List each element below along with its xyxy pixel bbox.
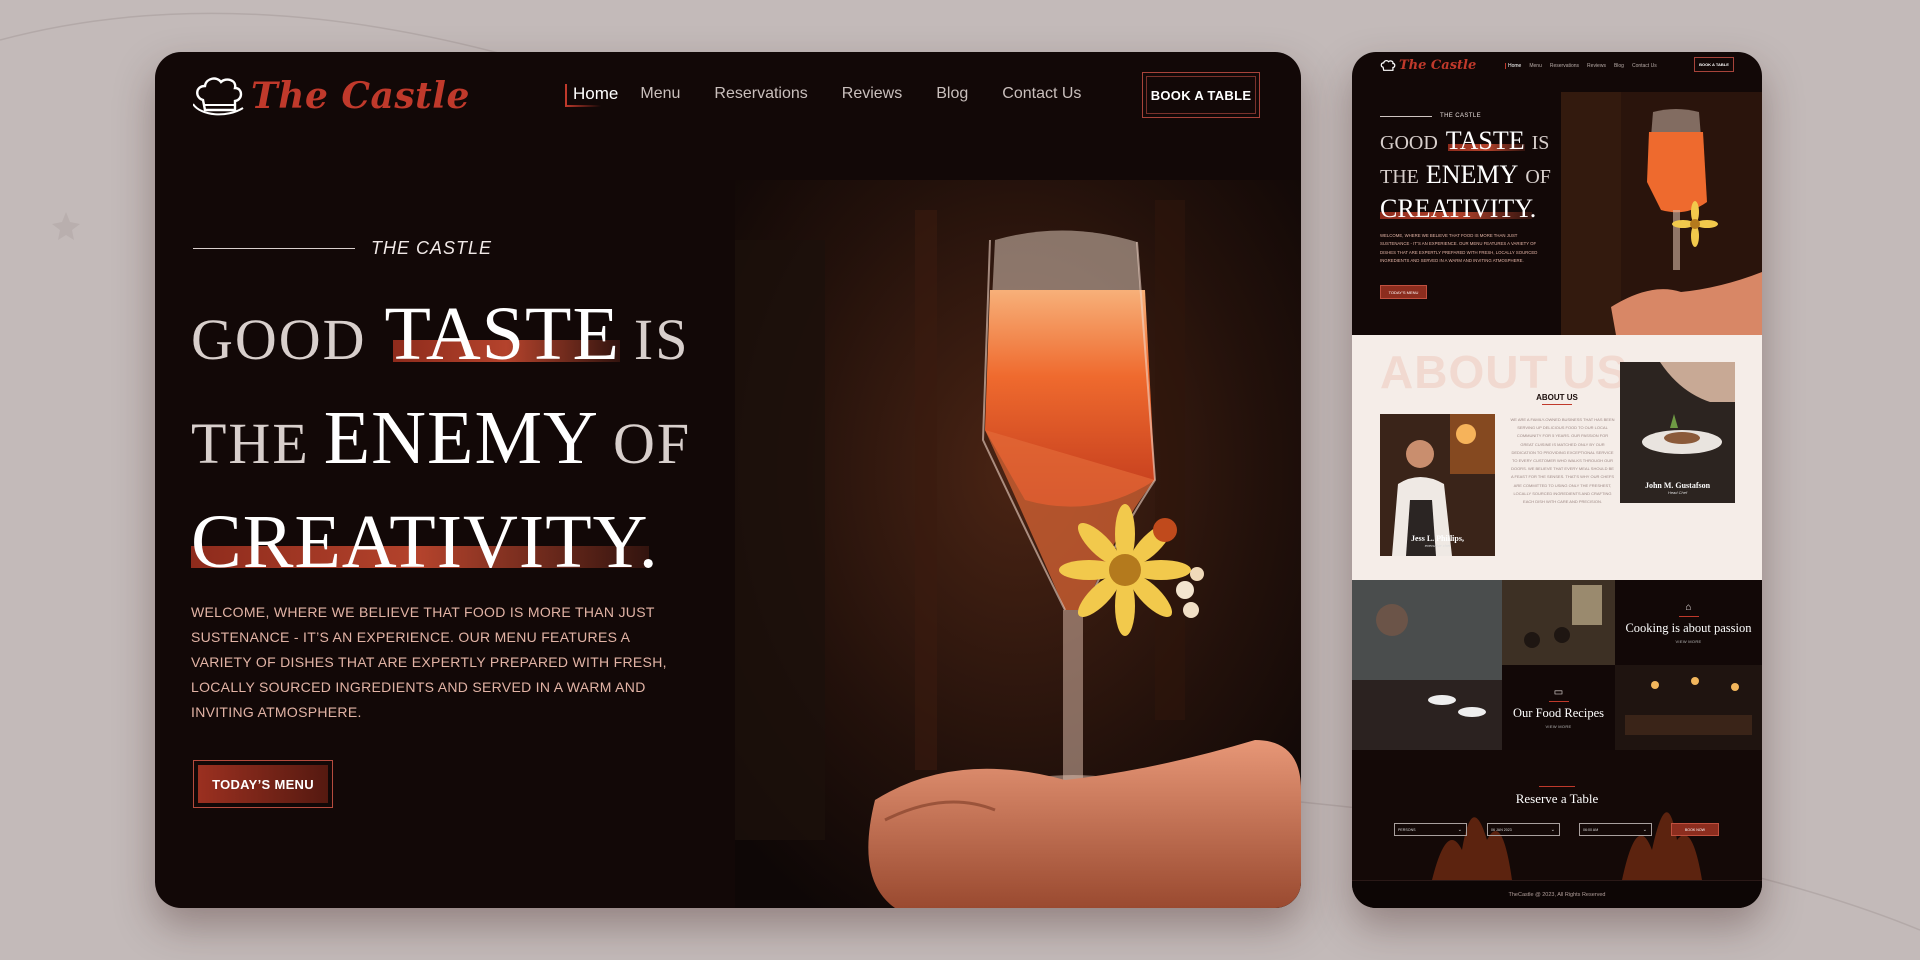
hero-cocktail-image [735, 180, 1301, 908]
nav-reviews[interactable]: Reviews [842, 85, 902, 103]
gallery-grid: ⌂ Cooking is about passion VIEW MORE ▭ O… [1352, 580, 1762, 750]
chevron-down-icon: ⌄ [1457, 826, 1462, 833]
footer-text: TheCastle @ 2023, All Rights Reserved [1508, 891, 1606, 898]
brand-name: The Castle [251, 75, 470, 117]
headline-word-highlight: CREATIVITY. [1380, 194, 1537, 223]
hero-headline: GOOD TASTE IS THE ENEMY OF CREATIVITY. [1380, 124, 1551, 226]
todays-menu-label: TODAY’S MENU [212, 776, 314, 792]
book-table-button[interactable]: BOOK A TABLE [1142, 72, 1260, 118]
nav-reservations[interactable]: Reservations [714, 85, 807, 103]
headline-word-highlight: TASTE [1445, 126, 1525, 155]
reserve-section: Reserve a Table PERSONS ⌄ 06 JAN 2023 ⌄ 06… [1352, 750, 1762, 880]
chef-card: Jess L. Phillips, executive chef [1380, 414, 1495, 556]
date-value: 06 JAN 2023 [1491, 827, 1512, 832]
persons-select[interactable]: PERSONS ⌄ [1394, 823, 1467, 836]
main-nav: Home Menu Reservations Reviews Blog Cont… [565, 84, 1115, 107]
brand-name: The Castle [1399, 58, 1477, 73]
time-select[interactable]: 06:00 AM ⌄ [1579, 823, 1652, 836]
nav-home[interactable]: Home [565, 84, 618, 107]
full-page-preview: The Castle Home Menu Reservations Review… [1352, 52, 1762, 908]
about-title: ABOUT US [1532, 393, 1582, 405]
hero-eyebrow: THE CASTLE [193, 238, 492, 259]
headline-word-emphasis: ENEMY [1425, 160, 1519, 189]
hero-headline: GOOD TASTE IS THE ENEMY OF CREATIVITY. [191, 282, 731, 594]
book-table-label: BOOK A TABLE [1150, 87, 1252, 103]
dining-room-image [1502, 580, 1615, 665]
time-value: 06:00 AM [1583, 827, 1599, 832]
chef-hat-icon [1380, 59, 1396, 71]
todays-menu-button[interactable]: TODAY’S MENU [193, 760, 333, 808]
recipes-title: Our Food Recipes [1513, 705, 1604, 720]
nav-blog[interactable]: Blog [936, 85, 968, 103]
about-watermark: ABOUT US [1380, 346, 1629, 398]
nav-contact[interactable]: Contact Us [1632, 63, 1657, 69]
about-section: ABOUT US ABOUT US WE ARE A FAMILY-OWNED … [1352, 335, 1762, 580]
chef-role: executive chef [1424, 543, 1451, 548]
headline-word: THE [1380, 166, 1419, 188]
headline-word: OF [1525, 166, 1551, 188]
nav-contact[interactable]: Contact Us [1002, 85, 1081, 103]
headline-word: GOOD [191, 307, 367, 372]
headline-word: GOOD [1380, 132, 1438, 154]
hero-description: WELCOME, WHERE WE BELIEVE THAT FOOD IS M… [1380, 233, 1538, 263]
eyebrow-text: THE CASTLE [1440, 113, 1482, 119]
footer: TheCastle @ 2023, All Rights Reserved [1352, 880, 1762, 908]
headline-word-highlight: CREATIVITY. [191, 500, 659, 584]
chef-cooking-image [1352, 580, 1502, 750]
date-select[interactable]: 06 JAN 2023 ⌄ [1487, 823, 1560, 836]
desktop-preview: The Castle Home Menu Reservations Review… [155, 52, 1301, 908]
view-more-link[interactable]: VIEW MORE [1545, 724, 1571, 729]
eyebrow-text: THE CASTLE [371, 238, 493, 258]
todays-menu-button[interactable]: TODAY’S MENU [1380, 285, 1427, 299]
headline-word: IS [1531, 132, 1550, 154]
chef-hat-icon: ⌂ [1685, 601, 1692, 613]
restaurant-interior-image [1615, 665, 1762, 750]
headline-word: OF [612, 411, 692, 476]
book-table-button[interactable]: BOOK A TABLE [1694, 57, 1734, 72]
nav-menu[interactable]: Menu [640, 85, 680, 103]
chef-card: John M. Gustafson Head Chef [1620, 362, 1735, 503]
hero-description: WELCOME, WHERE WE BELIEVE THAT FOOD IS M… [191, 604, 667, 720]
star-icon [52, 212, 80, 240]
about-text: WE ARE A FAMILY-OWNED BUSINESS THAT HAS … [1510, 417, 1615, 505]
chef-name: John M. Gustafson [1644, 481, 1711, 490]
headline-word-emphasis: ENEMY [323, 396, 599, 480]
eyebrow-divider [193, 248, 355, 249]
hero-cocktail-image [1561, 92, 1762, 335]
reserve-title: Reserve a Table [1352, 786, 1762, 807]
chef-role: Head Chef [1667, 490, 1688, 495]
chef-name: Jess L. Phillips, [1411, 534, 1464, 543]
recipes-tile[interactable]: ▭ Our Food Recipes VIEW MORE [1502, 665, 1615, 750]
view-more-link[interactable]: VIEW MORE [1675, 639, 1701, 644]
headline-word: IS [633, 307, 690, 372]
chevron-down-icon: ⌄ [1642, 826, 1647, 833]
eyebrow-divider [1380, 115, 1432, 117]
passion-title: Cooking is about passion [1625, 620, 1752, 635]
chevron-down-icon: ⌄ [1550, 826, 1555, 833]
main-nav-small: Home Menu Reservations Reviews Blog Cont… [1505, 63, 1657, 69]
book-now-button[interactable]: BOOK NOW [1671, 823, 1719, 836]
hero-eyebrow: THE CASTLE [1380, 113, 1481, 119]
nav-home[interactable]: Home [1505, 63, 1521, 69]
nav-menu[interactable]: Menu [1529, 63, 1542, 69]
chef-hat-icon [193, 77, 244, 116]
brand-logo[interactable]: The Castle [193, 74, 470, 118]
nav-reviews[interactable]: Reviews [1587, 63, 1606, 69]
headline-word: THE [191, 411, 310, 476]
nav-blog[interactable]: Blog [1614, 63, 1624, 69]
nav-reservations[interactable]: Reservations [1550, 63, 1579, 69]
headline-word-highlight: TASTE [384, 292, 620, 376]
passion-tile[interactable]: ⌂ Cooking is about passion VIEW MORE [1615, 580, 1762, 665]
persons-value: PERSONS [1398, 827, 1416, 832]
book-icon: ▭ [1553, 686, 1564, 698]
brand-logo-small[interactable]: The Castle [1380, 58, 1476, 73]
